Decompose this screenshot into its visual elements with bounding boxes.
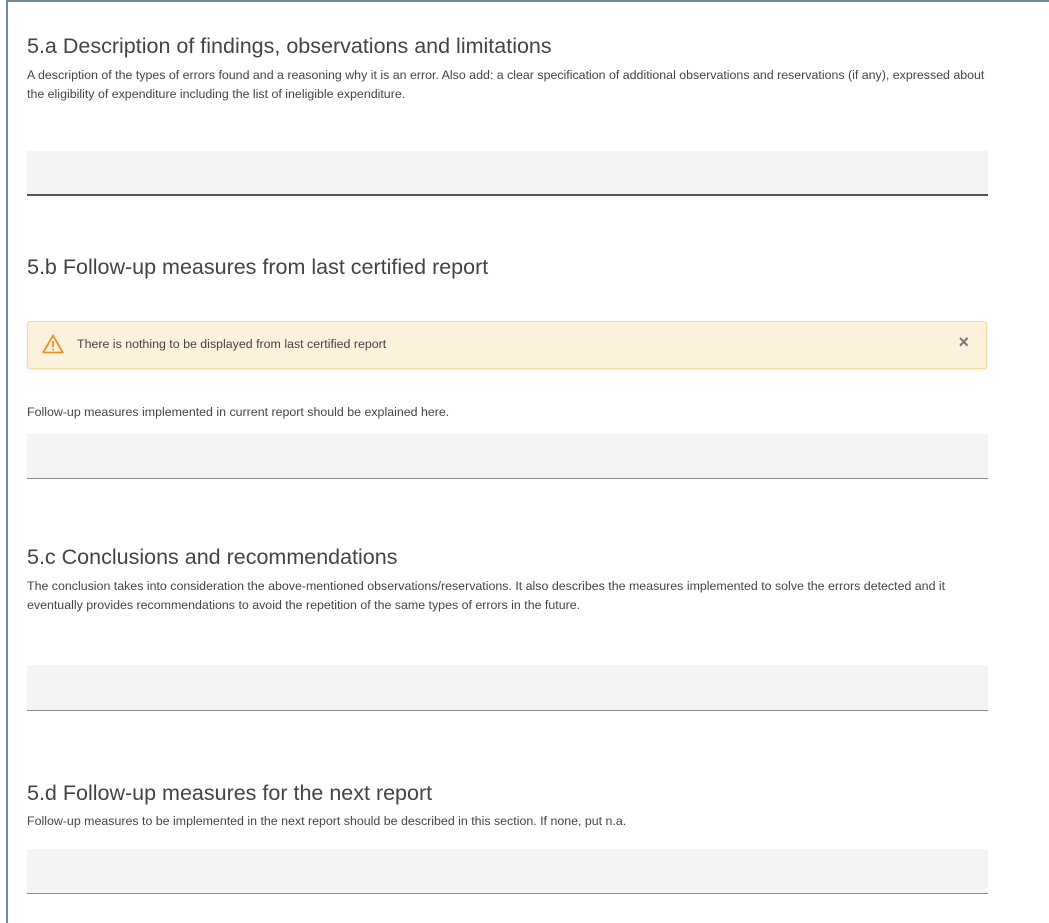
section-5b-title: 5.b Follow-up measures from last certifi… bbox=[27, 255, 489, 279]
followup-next-textarea[interactable] bbox=[27, 849, 988, 894]
section-5b-description: Follow-up measures implemented in curren… bbox=[27, 405, 450, 419]
section-5a-title: 5.a Description of findings, observation… bbox=[27, 34, 552, 58]
warning-alert: There is nothing to be displayed from la… bbox=[27, 321, 987, 369]
section-5d-title: 5.d Follow-up measures for the next repo… bbox=[27, 781, 433, 805]
findings-textarea[interactable] bbox=[27, 151, 988, 196]
section-5b: 5.b Follow-up measures from last certifi… bbox=[27, 254, 988, 280]
section-5b-body: Follow-up measures implemented in curren… bbox=[27, 403, 988, 422]
section-5c-description: The conclusion takes into consideration … bbox=[27, 579, 946, 612]
section-5d: 5.d Follow-up measures for the next repo… bbox=[27, 780, 988, 831]
section-5d-description: Follow-up measures to be implemented in … bbox=[27, 814, 627, 828]
warning-triangle-icon bbox=[42, 334, 64, 354]
followup-current-textarea[interactable] bbox=[27, 434, 988, 479]
section-5a-description: A description of the types of errors fou… bbox=[27, 68, 985, 101]
close-icon[interactable]: × bbox=[958, 332, 969, 352]
warning-alert-message: There is nothing to be displayed from la… bbox=[77, 337, 387, 351]
section-5c: 5.c Conclusions and recommendations The … bbox=[27, 544, 988, 615]
section-5a: 5.a Description of findings, observation… bbox=[27, 33, 988, 104]
conclusions-textarea[interactable] bbox=[27, 665, 988, 711]
section-5c-title: 5.c Conclusions and recommendations bbox=[27, 545, 398, 569]
